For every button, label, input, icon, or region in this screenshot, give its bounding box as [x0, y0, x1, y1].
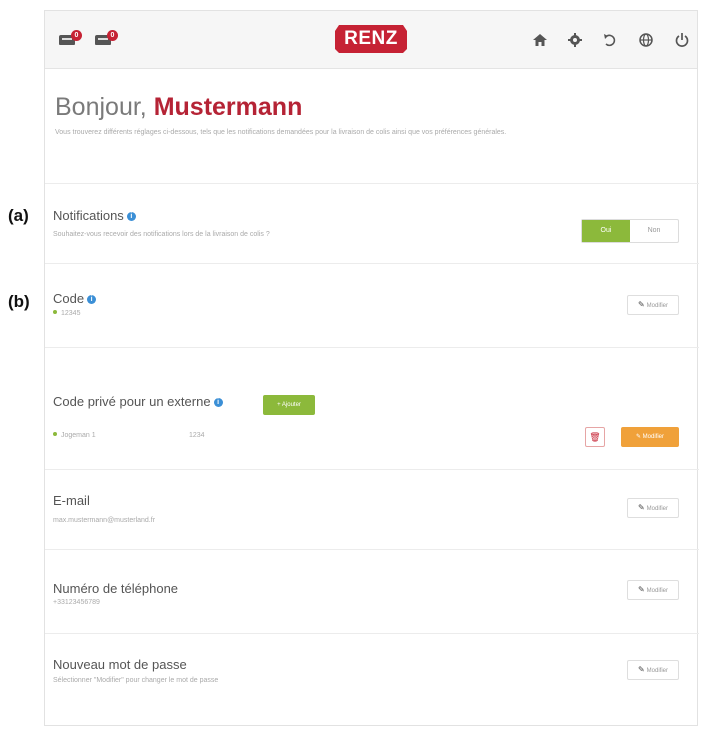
settings-panel: 0 0 RENZ Bonjour, Mustermann Vous trouve…: [44, 10, 699, 726]
notifications-toggle[interactable]: Oui Non: [581, 219, 679, 243]
mailbox-badge: 0: [107, 30, 118, 41]
status-dot: [53, 432, 57, 436]
code-title: Code i: [53, 291, 97, 306]
external-code-title: Code privé pour un externe i: [53, 394, 223, 409]
divider: [45, 549, 699, 550]
trash-icon: 🗑: [589, 432, 601, 442]
code-label: Code: [53, 291, 85, 306]
info-icon[interactable]: i: [87, 295, 97, 304]
gear-icon[interactable]: [566, 31, 584, 49]
external-code-name: Jogeman 1: [61, 432, 96, 439]
code-edit-button[interactable]: ✎ Modifier: [627, 295, 679, 315]
external-code-entry: Jogeman 1: [53, 432, 96, 439]
undo-icon[interactable]: [601, 31, 619, 49]
divider: [45, 633, 699, 634]
email-value: max.mustermann@musterland.fr: [53, 517, 156, 524]
info-icon[interactable]: i: [213, 398, 223, 407]
email-edit-button[interactable]: ✎ Modifier: [627, 498, 679, 518]
toggle-on-button[interactable]: Oui: [582, 220, 630, 242]
annotation-b: (b): [8, 292, 30, 311]
notifications-subtitle: Souhaitez-vous recevoir des notification…: [53, 231, 270, 238]
mailbox-icon[interactable]: 0: [59, 30, 83, 48]
notifications-title: Notifications i: [53, 208, 136, 223]
notifications-label: Notifications: [53, 208, 124, 223]
external-code-value: 1234: [189, 432, 205, 439]
status-dot: [53, 310, 57, 314]
mailbox-badge: 0: [71, 30, 82, 41]
pencil-icon: ✎: [635, 434, 643, 440]
pencil-icon: ✎: [637, 300, 645, 309]
user-name: Mustermann: [153, 93, 303, 121]
greeting-hello: Bonjour,: [55, 93, 147, 121]
mailbox-icon[interactable]: 0: [95, 30, 119, 48]
add-label: Ajouter: [281, 402, 301, 408]
info-icon[interactable]: i: [126, 212, 136, 221]
logo-text: RENZ: [344, 28, 398, 49]
code-value: 12345: [53, 310, 80, 317]
globe-icon[interactable]: [637, 31, 655, 49]
pencil-icon: ✎: [637, 665, 645, 674]
intro-text: Vous trouverez différents réglages ci-de…: [55, 129, 507, 136]
add-external-code-button[interactable]: + Ajouter: [263, 395, 315, 415]
password-subtitle: Sélectionner "Modifier" pour changer le …: [53, 677, 219, 684]
edit-label: Modifier: [646, 303, 669, 309]
external-code-label: Code privé pour un externe: [53, 394, 211, 409]
divider: [45, 469, 699, 470]
edit-label: Modifier: [646, 506, 669, 512]
phone-title: Numéro de téléphone: [53, 581, 179, 596]
divider: [45, 183, 699, 184]
divider: [45, 263, 699, 264]
page-title: Bonjour, Mustermann: [55, 93, 302, 122]
home-icon[interactable]: [531, 31, 549, 49]
delete-external-code-button[interactable]: 🗑: [585, 427, 605, 447]
phone-value: +33123456789: [53, 599, 100, 606]
pencil-icon: ✎: [637, 585, 645, 594]
pencil-icon: ✎: [637, 503, 645, 512]
password-title: Nouveau mot de passe: [53, 657, 187, 672]
renz-logo: RENZ: [335, 23, 407, 55]
divider: [45, 347, 699, 348]
edit-label: Modifier: [646, 668, 669, 674]
phone-edit-button[interactable]: ✎ Modifier: [627, 580, 679, 600]
email-title: E-mail: [53, 493, 90, 508]
edit-label: Modifier: [642, 434, 665, 440]
edit-label: Modifier: [646, 588, 669, 594]
password-edit-button[interactable]: ✎ Modifier: [627, 660, 679, 680]
external-code-edit-button[interactable]: ✎ Modifier: [621, 427, 679, 447]
toggle-off-button[interactable]: Non: [630, 220, 678, 242]
power-icon[interactable]: [673, 31, 691, 49]
annotation-a: (a): [8, 206, 29, 225]
top-bar: 0 0 RENZ: [45, 11, 697, 69]
code-value-text: 12345: [61, 310, 81, 317]
